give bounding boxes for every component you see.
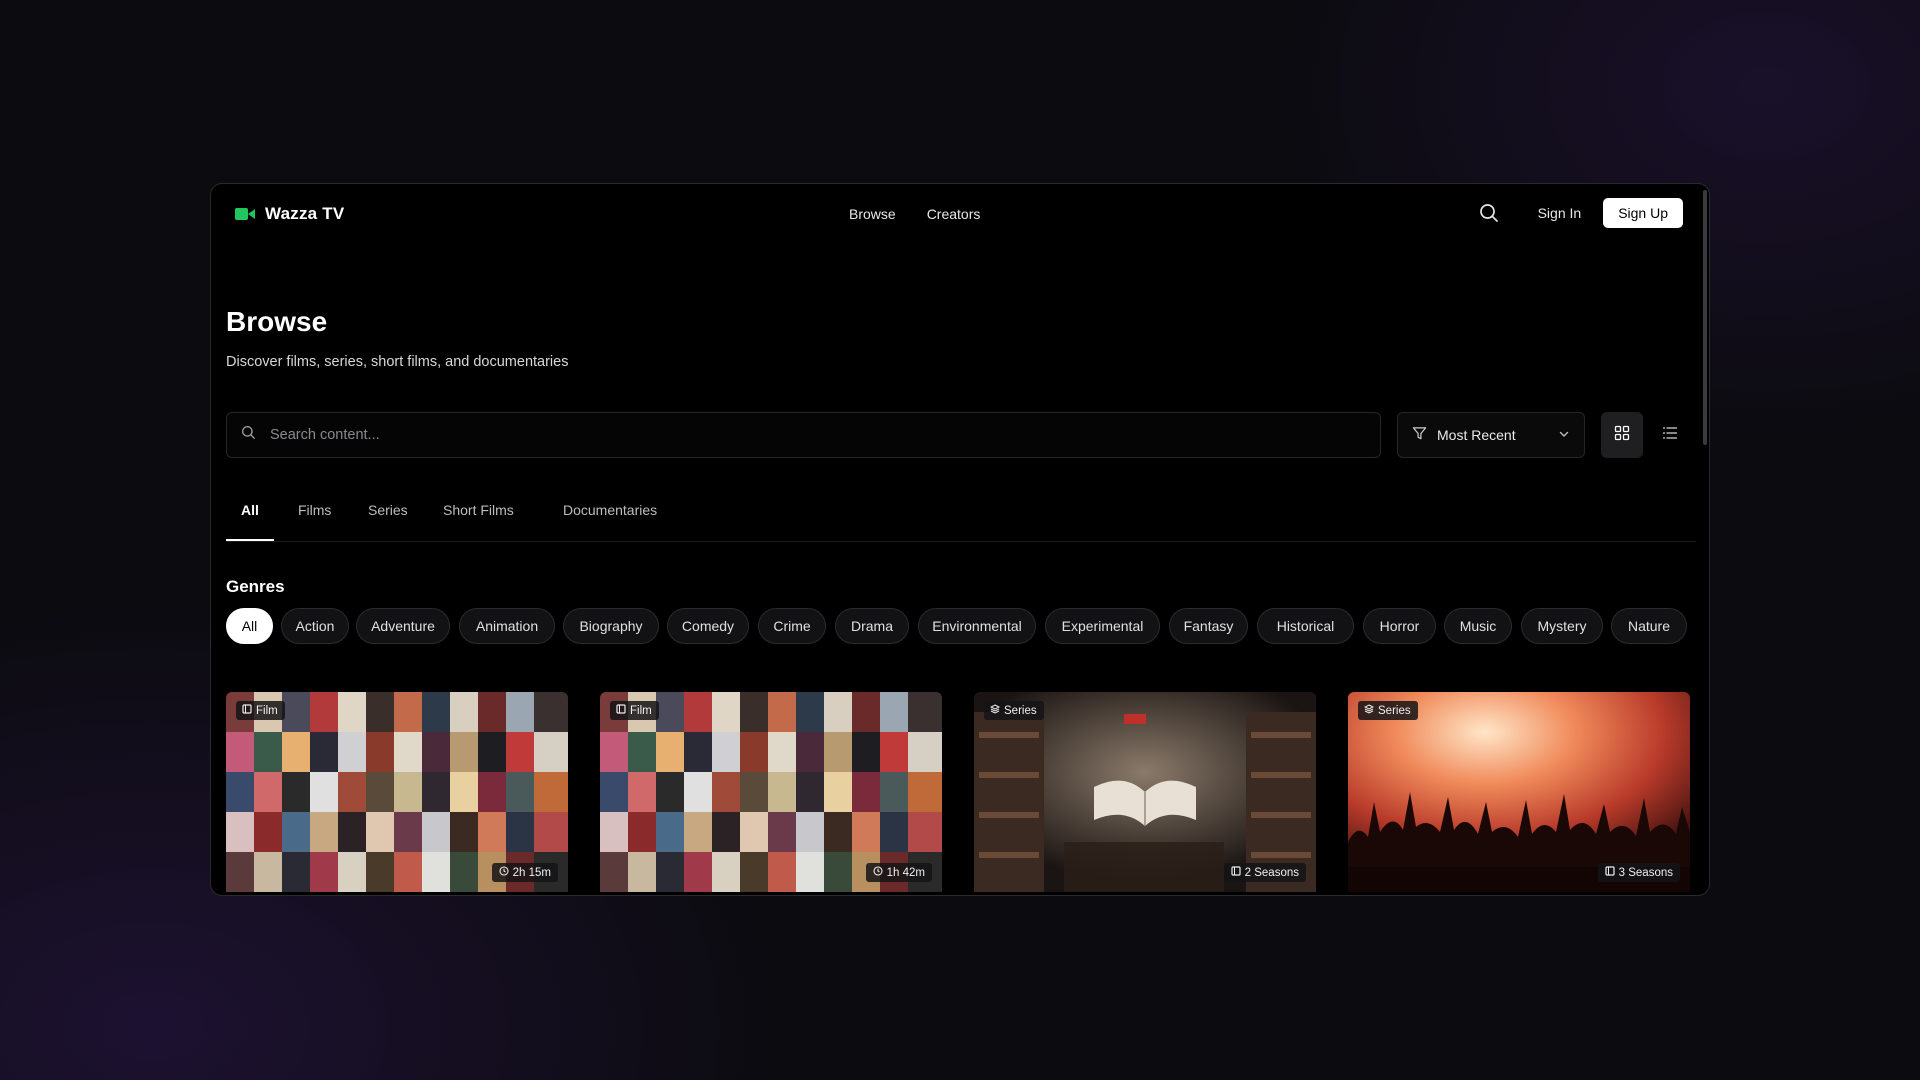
- video-camera-icon: [235, 207, 255, 221]
- genre-chip-experimental[interactable]: Experimental: [1045, 608, 1160, 644]
- poster-collage-image: [226, 692, 568, 892]
- filter-icon: [1412, 426, 1427, 444]
- content-type-badge: Film: [236, 701, 285, 720]
- content-type-badge: Film: [610, 701, 659, 720]
- header-actions: Sign In Sign Up: [1478, 198, 1683, 228]
- page-title: Browse: [226, 306, 328, 337]
- tab-all[interactable]: All: [241, 502, 259, 532]
- genre-chip-mystery[interactable]: Mystery: [1521, 608, 1603, 644]
- tab-short-films[interactable]: Short Films: [443, 502, 514, 532]
- content-tabs: All Films Series Short Films Documentari…: [226, 502, 1696, 542]
- duration-badge: 1h 42m: [865, 863, 932, 882]
- sort-selected-value: Most Recent: [1437, 427, 1516, 443]
- nav-creators[interactable]: Creators: [927, 206, 981, 222]
- genre-chip-drama[interactable]: Drama: [835, 608, 909, 644]
- list-icon: [1662, 425, 1678, 446]
- chevron-down-icon: [1558, 427, 1570, 443]
- grid-view-button[interactable]: [1601, 412, 1643, 458]
- list-view-button[interactable]: [1649, 412, 1691, 458]
- genres-heading: Genres: [226, 577, 285, 596]
- search-icon[interactable]: [1478, 202, 1500, 224]
- genre-chip-horror[interactable]: Horror: [1363, 608, 1436, 644]
- library-book-image: [974, 692, 1316, 892]
- app-window: Wazza TV Browse Creators Sign In Sign Up…: [210, 183, 1710, 896]
- sign-up-button[interactable]: Sign Up: [1603, 198, 1683, 228]
- genre-chip-animation[interactable]: Animation: [459, 608, 555, 644]
- genre-chip-nature[interactable]: Nature: [1611, 608, 1687, 644]
- search-input[interactable]: [270, 427, 1350, 443]
- search-bar: [226, 412, 1381, 458]
- content-type-badge: Series: [984, 701, 1044, 720]
- film-icon: [1231, 866, 1241, 879]
- tab-series[interactable]: Series: [368, 502, 408, 532]
- genre-chip-fantasy[interactable]: Fantasy: [1169, 608, 1248, 644]
- tab-films[interactable]: Films: [298, 502, 331, 532]
- sort-select[interactable]: Most Recent: [1397, 412, 1585, 458]
- sign-in-link[interactable]: Sign In: [1538, 205, 1582, 221]
- genre-chip-biography[interactable]: Biography: [563, 608, 659, 644]
- content-card[interactable]: Film 2h 15m: [226, 692, 568, 892]
- duration-badge: 2h 15m: [491, 863, 558, 882]
- seasons-badge: 3 Seasons: [1597, 863, 1680, 882]
- poster-collage-image: [600, 692, 942, 892]
- logo[interactable]: Wazza TV: [235, 204, 344, 224]
- content-card[interactable]: Series 2 Seasons: [974, 692, 1316, 892]
- genre-chip-comedy[interactable]: Comedy: [667, 608, 749, 644]
- clock-icon: [499, 866, 509, 879]
- seasons-badge: 2 Seasons: [1223, 863, 1306, 882]
- layers-icon: [1363, 704, 1375, 717]
- active-tab-indicator: [226, 539, 274, 541]
- genre-chips: All Action Adventure Animation Biography…: [226, 608, 1696, 648]
- nav-browse[interactable]: Browse: [849, 206, 896, 222]
- film-icon: [616, 704, 626, 717]
- search-input-icon: [241, 425, 256, 445]
- content-card[interactable]: Series 3 Seasons: [1348, 692, 1690, 892]
- genre-chip-environmental[interactable]: Environmental: [918, 608, 1036, 644]
- genre-chip-action[interactable]: Action: [281, 608, 349, 644]
- main-nav: Browse Creators: [849, 206, 980, 222]
- genre-chip-music[interactable]: Music: [1444, 608, 1512, 644]
- film-icon: [1605, 866, 1615, 879]
- page-subtitle: Discover films, series, short films, and…: [226, 354, 569, 370]
- layers-icon: [989, 704, 1001, 717]
- genre-chip-all[interactable]: All: [226, 608, 273, 644]
- genre-chip-adventure[interactable]: Adventure: [356, 608, 450, 644]
- app-name: Wazza TV: [265, 204, 345, 223]
- clock-icon: [873, 866, 883, 879]
- genre-chip-crime[interactable]: Crime: [758, 608, 826, 644]
- content-type-badge: Series: [1358, 701, 1418, 720]
- concert-crowd-image: [1348, 692, 1690, 892]
- top-header: Wazza TV Browse Creators Sign In Sign Up: [211, 184, 1709, 246]
- content-card[interactable]: Film 1h 42m: [600, 692, 942, 892]
- film-icon: [242, 704, 252, 717]
- grid-icon: [1614, 425, 1630, 446]
- tab-documentaries[interactable]: Documentaries: [563, 502, 657, 532]
- genre-chip-historical[interactable]: Historical: [1257, 608, 1354, 644]
